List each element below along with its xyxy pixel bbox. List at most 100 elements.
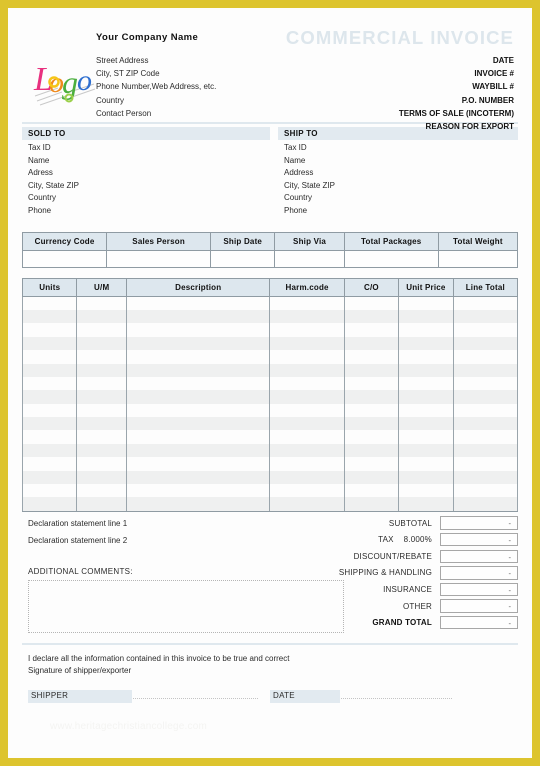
- line-item-cell[interactable]: [452, 417, 519, 431]
- line-item-cell[interactable]: [269, 336, 345, 351]
- line-item-cell[interactable]: [343, 309, 400, 324]
- line-item-cell[interactable]: [21, 296, 78, 310]
- signature-date-field[interactable]: DATE: [270, 685, 452, 703]
- ship-to-phone[interactable]: Phone: [284, 205, 514, 218]
- cell-currency-code[interactable]: [21, 249, 108, 268]
- line-item-cell[interactable]: [343, 376, 400, 391]
- line-item-cell[interactable]: [269, 376, 345, 391]
- line-item-cell[interactable]: [76, 376, 127, 391]
- line-item-cell[interactable]: [76, 309, 127, 324]
- line-item-cell[interactable]: [125, 376, 271, 391]
- line-item-cell[interactable]: [125, 309, 271, 324]
- line-item-cell[interactable]: [21, 390, 78, 404]
- cell-total-packages[interactable]: [343, 249, 439, 268]
- line-item-cell[interactable]: [398, 457, 454, 471]
- line-item-cell[interactable]: [343, 336, 400, 351]
- line-item-cell[interactable]: [269, 350, 345, 364]
- line-item-cell[interactable]: [269, 457, 345, 471]
- line-item-cell[interactable]: [269, 309, 345, 324]
- line-item-cell[interactable]: [21, 403, 78, 418]
- line-item-cell[interactable]: [76, 336, 127, 351]
- line-item-cell[interactable]: [125, 457, 271, 471]
- line-item-cell[interactable]: [452, 376, 519, 391]
- line-item-cell[interactable]: [269, 363, 345, 377]
- line-item-cell[interactable]: [269, 296, 345, 310]
- line-item-cell[interactable]: [343, 484, 400, 498]
- line-item-cell[interactable]: [452, 390, 519, 404]
- line-item-cell[interactable]: [76, 430, 127, 444]
- line-item-cell[interactable]: [269, 323, 345, 337]
- line-item-cell[interactable]: [343, 470, 400, 485]
- line-item-cell[interactable]: [343, 457, 400, 471]
- line-item-cell[interactable]: [398, 363, 454, 377]
- line-item-cell[interactable]: [398, 470, 454, 485]
- line-item-cell[interactable]: [398, 323, 454, 337]
- line-item-cell[interactable]: [398, 309, 454, 324]
- line-item-cell[interactable]: [76, 457, 127, 471]
- ship-to-tax-id[interactable]: Tax ID: [284, 142, 514, 155]
- line-item-cell[interactable]: [398, 443, 454, 458]
- line-item-cell[interactable]: [21, 417, 78, 431]
- line-item-cell[interactable]: [452, 497, 519, 512]
- shipper-signature-field[interactable]: SHIPPER: [28, 685, 258, 703]
- line-item-cell[interactable]: [452, 403, 519, 418]
- line-item-cell[interactable]: [21, 309, 78, 324]
- line-item-cell[interactable]: [76, 484, 127, 498]
- line-item-cell[interactable]: [343, 296, 400, 310]
- line-item-cell[interactable]: [125, 497, 271, 512]
- line-item-cell[interactable]: [269, 470, 345, 485]
- cell-ship-via[interactable]: [274, 249, 345, 268]
- sold-to-country[interactable]: Country: [28, 192, 266, 205]
- totals-value-box[interactable]: -: [440, 516, 518, 530]
- line-item-cell[interactable]: [21, 376, 78, 391]
- line-item-cell[interactable]: [398, 376, 454, 391]
- line-item-cell[interactable]: [125, 484, 271, 498]
- line-item-cell[interactable]: [398, 484, 454, 498]
- line-item-cell[interactable]: [452, 336, 519, 351]
- cell-ship-date[interactable]: [210, 249, 276, 268]
- totals-value-box[interactable]: -: [440, 599, 518, 613]
- line-item-cell[interactable]: [269, 390, 345, 404]
- line-item-cell[interactable]: [76, 296, 127, 310]
- line-item-cell[interactable]: [398, 336, 454, 351]
- line-item-cell[interactable]: [343, 350, 400, 364]
- totals-value-box[interactable]: -: [440, 532, 518, 547]
- line-item-cell[interactable]: [125, 323, 271, 337]
- line-item-cell[interactable]: [343, 323, 400, 337]
- sold-to-address[interactable]: Adress: [28, 167, 266, 180]
- line-item-cell[interactable]: [398, 403, 454, 418]
- line-item-cell[interactable]: [76, 470, 127, 485]
- totals-value-box[interactable]: -: [440, 582, 518, 597]
- ship-to-country[interactable]: Country: [284, 192, 514, 205]
- ship-to-name[interactable]: Name: [284, 155, 514, 168]
- line-item-cell[interactable]: [343, 390, 400, 404]
- sold-to-city-state-zip[interactable]: City, State ZIP: [28, 180, 266, 193]
- line-item-cell[interactable]: [21, 363, 78, 377]
- totals-value-box[interactable]: -: [440, 566, 518, 580]
- line-item-cell[interactable]: [269, 443, 345, 458]
- line-item-cell[interactable]: [76, 323, 127, 337]
- line-item-cell[interactable]: [343, 430, 400, 444]
- line-item-cell[interactable]: [125, 430, 271, 444]
- line-item-cell[interactable]: [21, 323, 78, 337]
- line-item-cell[interactable]: [343, 403, 400, 418]
- cell-sales-person[interactable]: [106, 249, 212, 268]
- line-item-cell[interactable]: [21, 497, 78, 512]
- line-item-cell[interactable]: [125, 403, 271, 418]
- line-item-cell[interactable]: [398, 497, 454, 512]
- line-item-cell[interactable]: [452, 470, 519, 485]
- sold-to-tax-id[interactable]: Tax ID: [28, 142, 266, 155]
- sold-to-phone[interactable]: Phone: [28, 205, 266, 218]
- line-item-cell[interactable]: [76, 350, 127, 364]
- line-item-cell[interactable]: [452, 484, 519, 498]
- line-item-cell[interactable]: [269, 497, 345, 512]
- tax-rate-value[interactable]: 8.000%: [394, 535, 432, 544]
- line-item-cell[interactable]: [343, 443, 400, 458]
- line-item-cell[interactable]: [398, 296, 454, 310]
- line-item-cell[interactable]: [21, 457, 78, 471]
- totals-value-box[interactable]: -: [440, 615, 518, 630]
- line-item-cell[interactable]: [76, 403, 127, 418]
- line-item-cell[interactable]: [76, 363, 127, 377]
- line-item-cell[interactable]: [343, 417, 400, 431]
- line-item-cell[interactable]: [452, 296, 519, 310]
